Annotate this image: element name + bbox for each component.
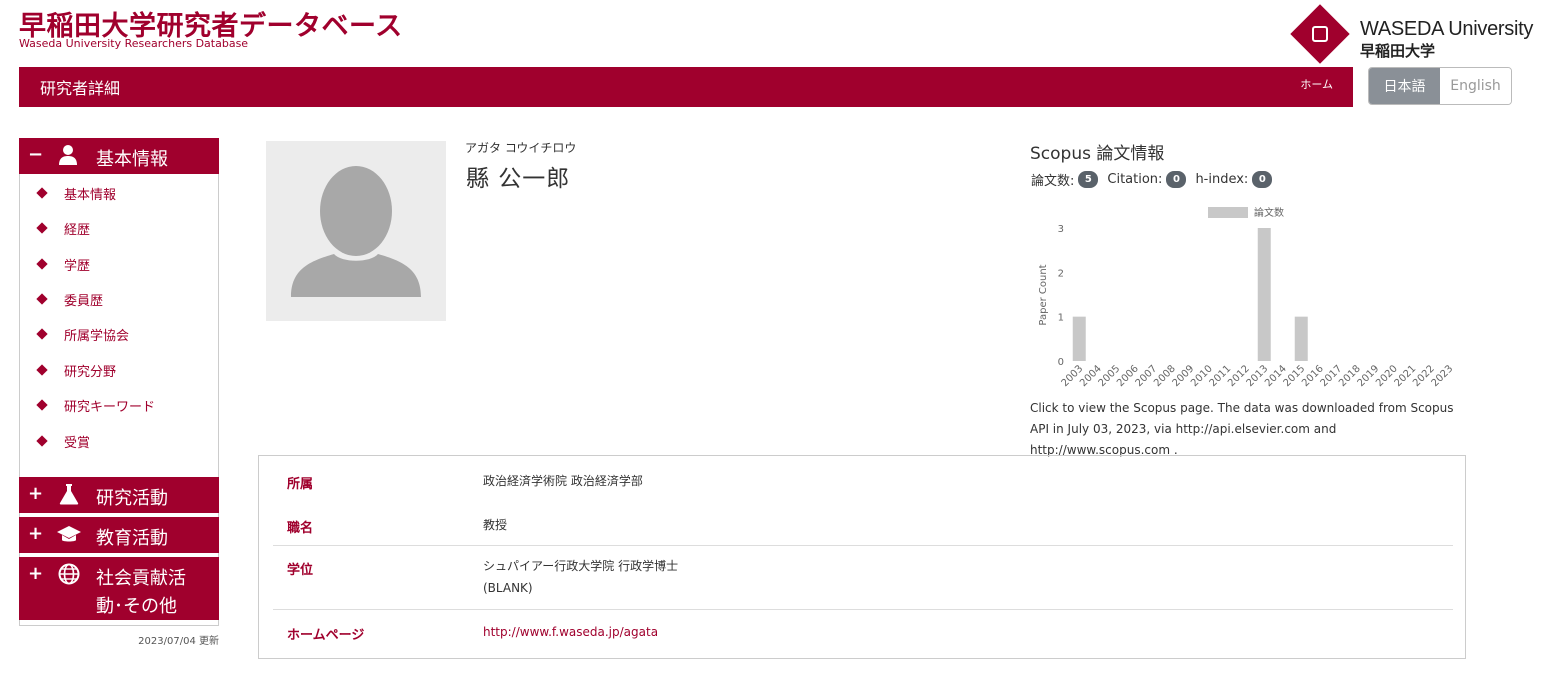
sidebar-item-awards[interactable]: 受賞 [35, 430, 90, 452]
profile-photo [266, 141, 446, 321]
sidebar-item-label: 研究分野 [64, 364, 117, 380]
expand-icon: + [28, 523, 44, 544]
sidebar-item-label: 受賞 [64, 435, 91, 451]
info-row-degree: 学位 シュパイアー行政大学院 行政学博士 (BLANK) [273, 546, 1453, 610]
bullet-icon [36, 435, 48, 447]
row-label: 学位 [287, 563, 314, 578]
scopus-title: Scopus 論文情報 [1030, 144, 1165, 164]
bullet-icon [36, 187, 48, 199]
sidebar-item-keywords[interactable]: 研究キーワード [35, 394, 155, 416]
updated-date: 2023/07/04 更新 [138, 636, 219, 647]
chart-svg: 論文数Paper Count01232003200420052006200720… [1038, 206, 1456, 389]
expand-icon: + [28, 483, 44, 504]
sidebar-section-label: 研究活動 [96, 488, 168, 509]
scopus-chart[interactable]: 論文数 Paper Count 0 1 2 3 2003 2004 2005 2006 2007 20… [1028, 200, 1468, 400]
sidebar-item-label: 学歴 [64, 258, 91, 274]
language-switch: 日本語 English [1368, 67, 1512, 105]
chart-bar [1294, 316, 1308, 361]
flask-icon [59, 483, 79, 509]
sidebar-section-label-line1: 社会貢献活 [96, 568, 186, 589]
hindex-label: h-index: [1195, 172, 1249, 187]
sidebar-item-education[interactable]: 学歴 [35, 253, 90, 275]
sidebar: − 基本情報 基本情報 経歴 学歴 委員歴 所属学協会 研究分野 研究キーワード… [19, 138, 219, 626]
graduation-cap-icon [56, 525, 82, 549]
researcher-name: 縣 公一郎 [466, 166, 571, 192]
row-value: http://www.f.waseda.jp/agata [483, 621, 658, 643]
globe-icon [58, 563, 80, 589]
sidebar-item-basic[interactable]: 基本情報 [35, 182, 116, 204]
bullet-icon [36, 258, 48, 270]
logo-text-en: WASEDA University [1360, 18, 1534, 40]
sidebar-section-label-line2: 動･その他 [96, 596, 177, 617]
hindex-badge: 0 [1252, 171, 1273, 188]
y-tick-label: 2 [1058, 268, 1064, 279]
legend-label: 論文数 [1254, 206, 1284, 219]
sidebar-item-label: 所属学協会 [64, 328, 130, 344]
bullet-icon [36, 328, 48, 340]
scopus-note[interactable]: Click to view the Scopus page. The data … [1030, 398, 1470, 461]
seal-icon [1312, 26, 1328, 42]
bullet-icon [36, 222, 48, 234]
sidebar-section-basic[interactable]: − 基本情報 [19, 138, 219, 174]
navbar: 研究者詳細 ホーム [19, 67, 1353, 107]
row-label: ホームページ [287, 628, 365, 643]
collapse-icon: − [28, 144, 44, 165]
sidebar-item-societies[interactable]: 所属学協会 [35, 323, 129, 345]
lang-en-button[interactable]: English [1440, 68, 1511, 104]
avatar-placeholder-icon [291, 166, 421, 297]
row-label: 職名 [287, 521, 314, 536]
chart-bar [1257, 228, 1271, 361]
scopus-stats: 論文数: 5 Citation: 0 h-index: 0 [1031, 170, 1281, 189]
citation-badge: 0 [1166, 171, 1187, 188]
logo-text-jp: 早稲田大学 [1360, 42, 1436, 60]
waseda-logo[interactable]: WASEDA University 早稲田大学 [1290, 4, 1534, 68]
lang-ja-button[interactable]: 日本語 [1369, 68, 1440, 104]
row-value-line1: シュパイアー行政大学院 行政学博士 [483, 559, 679, 573]
sidebar-section-research[interactable]: + 研究活動 [19, 477, 219, 513]
papers-label: 論文数: [1031, 174, 1075, 189]
row-value-line2: (BLANK) [483, 581, 533, 595]
sidebar-section-label: 教育活動 [96, 528, 168, 549]
site-subtitle: Waseda University Researchers Database [19, 37, 249, 50]
info-row-homepage: ホームページ http://www.f.waseda.jp/agata [273, 610, 1453, 658]
row-value: 政治経済学術院 政治経済学部 [483, 474, 643, 488]
y-tick-label: 0 [1058, 357, 1064, 368]
papers-badge: 5 [1078, 171, 1099, 188]
sidebar-section-teaching[interactable]: + 教育活動 [19, 517, 219, 553]
row-value: 教授 [483, 518, 508, 532]
sidebar-item-fields[interactable]: 研究分野 [35, 359, 116, 381]
page-title: 研究者詳細 [40, 79, 121, 98]
bullet-icon [36, 293, 48, 305]
citation-label: Citation: [1107, 172, 1163, 187]
y-axis-label: Paper Count [1038, 264, 1049, 325]
x-tick-label: 2023 [1430, 363, 1456, 389]
name-kana: アガタ コウイチロウ [465, 141, 577, 155]
y-tick-label: 3 [1058, 224, 1064, 235]
homepage-link[interactable]: http://www.f.waseda.jp/agata [483, 625, 658, 639]
sidebar-item-label: 経歴 [64, 222, 91, 238]
person-icon [57, 144, 79, 170]
sidebar-item-label: 委員歴 [64, 293, 104, 309]
expand-icon: + [28, 563, 44, 584]
bullet-icon [36, 364, 48, 376]
info-row-affiliation: 所属 政治経済学術院 政治経済学部 [273, 456, 1453, 502]
sidebar-item-label: 研究キーワード [64, 399, 156, 415]
y-tick-label: 1 [1058, 313, 1064, 324]
sidebar-item-committee[interactable]: 委員歴 [35, 288, 103, 310]
home-link[interactable]: ホーム [1300, 76, 1333, 92]
sidebar-section-label: 基本情報 [96, 149, 168, 170]
info-table: 所属 政治経済学術院 政治経済学部 職名 教授 学位 シュパイアー行政大学院 行… [258, 455, 1466, 659]
sidebar-section-social[interactable]: + 社会貢献活 動･その他 [19, 557, 219, 620]
bullet-icon [36, 399, 48, 411]
row-label: 所属 [287, 477, 314, 492]
sidebar-item-label: 基本情報 [64, 187, 117, 203]
legend-swatch [1208, 207, 1248, 218]
info-row-title: 職名 教授 [273, 502, 1453, 546]
chart-bar [1072, 316, 1086, 361]
sidebar-item-career[interactable]: 経歴 [35, 217, 90, 239]
